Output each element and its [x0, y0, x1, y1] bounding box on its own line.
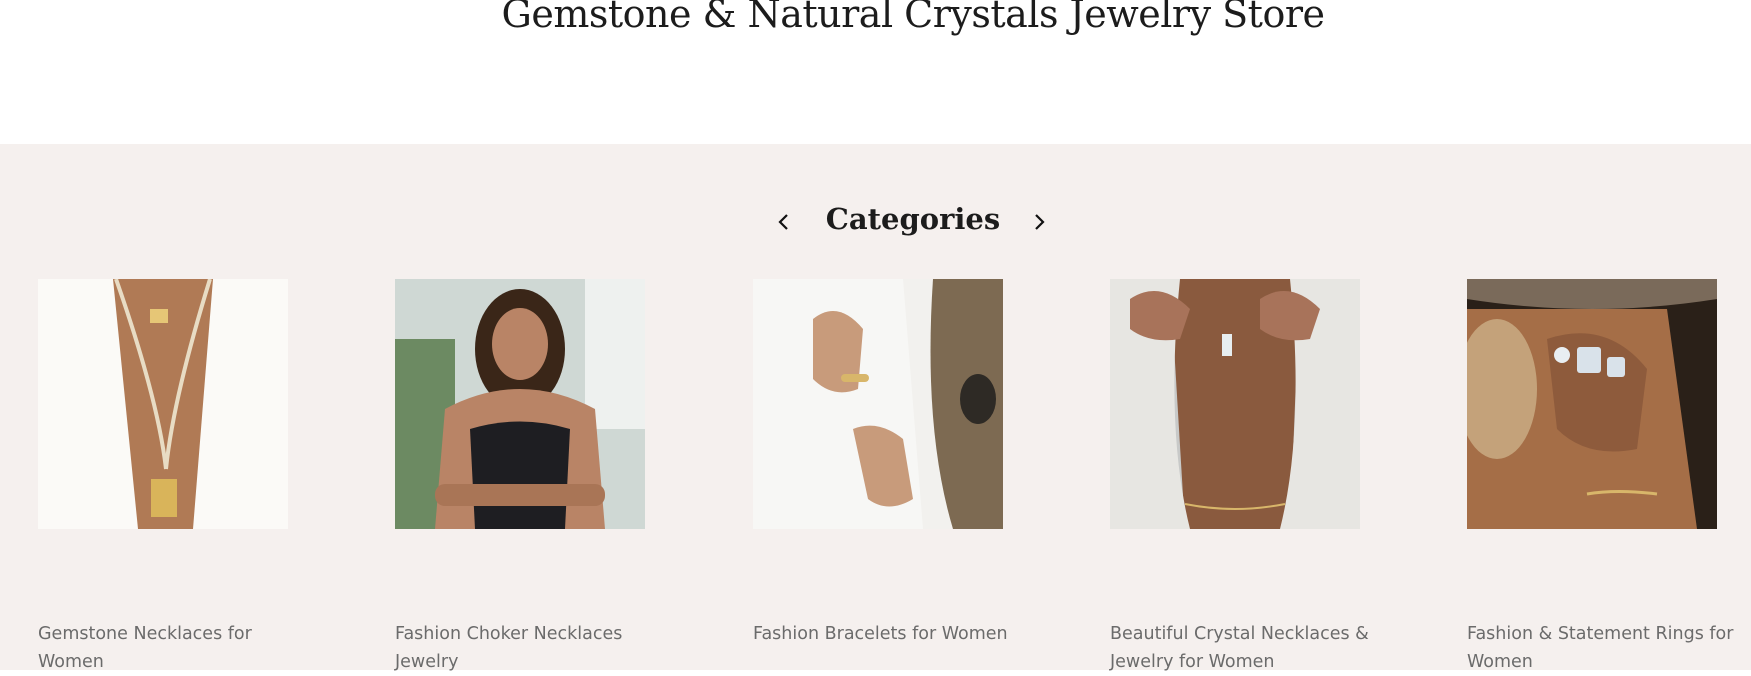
- category-image-choker-necklaces[interactable]: [395, 279, 645, 529]
- category-card-gemstone-necklaces[interactable]: Gemstone Necklaces for Women: [38, 279, 338, 676]
- categories-title: Categories: [825, 202, 1001, 236]
- bracelet-photo: [753, 279, 1003, 529]
- store-title: Gemstone & Natural Crystals Jewelry Stor…: [501, 0, 1325, 36]
- categories-section: Categories Gemstone Necklaces for Women: [0, 144, 1751, 672]
- category-label[interactable]: Fashion Bracelets for Women: [753, 620, 1028, 648]
- category-label[interactable]: Fashion & Statement Rings for Women: [1467, 620, 1742, 676]
- choker-photo: [395, 279, 645, 529]
- categories-header: Categories: [0, 202, 1751, 246]
- category-label[interactable]: Gemstone Necklaces for Women: [38, 620, 313, 676]
- header: Gemstone & Natural Crystals Jewelry Stor…: [0, 0, 1751, 144]
- crystal-necklace-photo: [1110, 279, 1360, 529]
- categories-next-button[interactable]: [1023, 206, 1055, 238]
- category-image-bracelets[interactable]: [753, 279, 1003, 529]
- category-image-rings[interactable]: [1467, 279, 1717, 529]
- categories-prev-button[interactable]: [768, 206, 800, 238]
- category-card-crystal-necklaces[interactable]: Beautiful Crystal Necklaces & Jewelry fo…: [1110, 279, 1410, 676]
- category-label[interactable]: Beautiful Crystal Necklaces & Jewelry fo…: [1110, 620, 1385, 676]
- category-label[interactable]: Fashion Choker Necklaces Jewelry: [395, 620, 670, 676]
- chevron-right-icon: [1035, 214, 1045, 230]
- chevron-left-icon: [778, 214, 788, 230]
- category-image-crystal-necklaces[interactable]: [1110, 279, 1360, 529]
- category-card-bracelets[interactable]: Fashion Bracelets for Women: [753, 279, 1053, 648]
- necklace-photo: [38, 279, 288, 529]
- rings-photo: [1467, 279, 1717, 529]
- category-image-gemstone-necklaces[interactable]: [38, 279, 288, 529]
- category-card-rings[interactable]: Fashion & Statement Rings for Women: [1467, 279, 1751, 676]
- category-card-choker-necklaces[interactable]: Fashion Choker Necklaces Jewelry: [395, 279, 695, 676]
